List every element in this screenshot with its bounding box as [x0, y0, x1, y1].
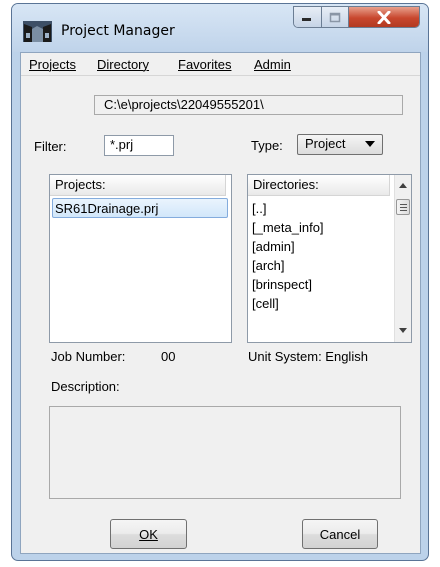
job-number-label: Job Number: — [51, 349, 126, 364]
list-item[interactable]: SR61Drainage.prj — [52, 198, 228, 218]
cancel-button[interactable]: Cancel — [302, 519, 378, 549]
list-item[interactable]: [arch] — [250, 256, 285, 276]
project-manager-icon — [23, 21, 52, 42]
menu-admin[interactable]: Admin — [254, 57, 291, 72]
list-item[interactable]: [..] — [250, 199, 266, 219]
title-bar[interactable]: Project Manager — [12, 4, 428, 52]
ok-button-label: OK — [139, 526, 158, 542]
menu-directory[interactable]: Directory — [97, 57, 149, 72]
directories-list[interactable]: Directories: [..] [_meta_info] [admin] [… — [247, 174, 412, 343]
current-path: C:\e\projects\22049555201\ — [94, 95, 403, 115]
list-item[interactable]: [cell] — [250, 294, 279, 314]
minimize-icon — [302, 18, 312, 21]
window-title: Project Manager — [61, 23, 175, 39]
directories-scrollbar[interactable] — [394, 175, 411, 342]
type-label: Type: — [251, 138, 283, 153]
close-button[interactable] — [349, 7, 419, 27]
menu-projects[interactable]: Projects — [29, 57, 76, 72]
close-icon — [377, 10, 391, 24]
grip-line — [400, 210, 407, 211]
projects-list-header[interactable]: Projects: — [50, 175, 226, 196]
scroll-thumb[interactable] — [396, 199, 410, 215]
scroll-down-icon[interactable] — [399, 328, 407, 333]
unit-system-label: Unit System: English — [248, 349, 368, 364]
projects-list[interactable]: Projects: SR61Drainage.prj — [49, 174, 232, 343]
list-item[interactable]: [brinspect] — [250, 275, 312, 295]
caption-buttons — [293, 6, 420, 28]
description-field[interactable] — [49, 406, 401, 499]
type-dropdown[interactable]: Project — [297, 134, 383, 155]
cancel-button-label: Cancel — [319, 526, 361, 542]
description-label: Description: — [51, 379, 120, 394]
type-selected-value: Project — [305, 136, 346, 151]
scroll-up-icon[interactable] — [399, 183, 407, 188]
filter-input[interactable]: *.prj — [104, 135, 174, 156]
job-number-value: 00 — [161, 349, 176, 364]
menu-bar: Projects Directory Favorites Admin — [21, 53, 420, 76]
list-item[interactable]: [_meta_info] — [250, 218, 324, 238]
directories-list-header[interactable]: Directories: — [248, 175, 390, 196]
maximize-button[interactable] — [321, 7, 350, 27]
minimize-button[interactable] — [294, 7, 322, 27]
list-item[interactable]: [admin] — [250, 237, 295, 257]
grip-line — [400, 207, 407, 208]
chevron-down-icon — [365, 141, 375, 147]
ok-button[interactable]: OK — [110, 519, 187, 549]
dialog-client-area: Projects Directory Favorites Admin C:\e\… — [20, 52, 421, 554]
filter-label: Filter: — [34, 139, 67, 154]
project-manager-window: Project Manager Projects Directory Favor… — [11, 3, 429, 561]
grip-line — [400, 204, 407, 205]
menu-favorites[interactable]: Favorites — [178, 57, 231, 72]
maximize-icon — [329, 12, 341, 22]
